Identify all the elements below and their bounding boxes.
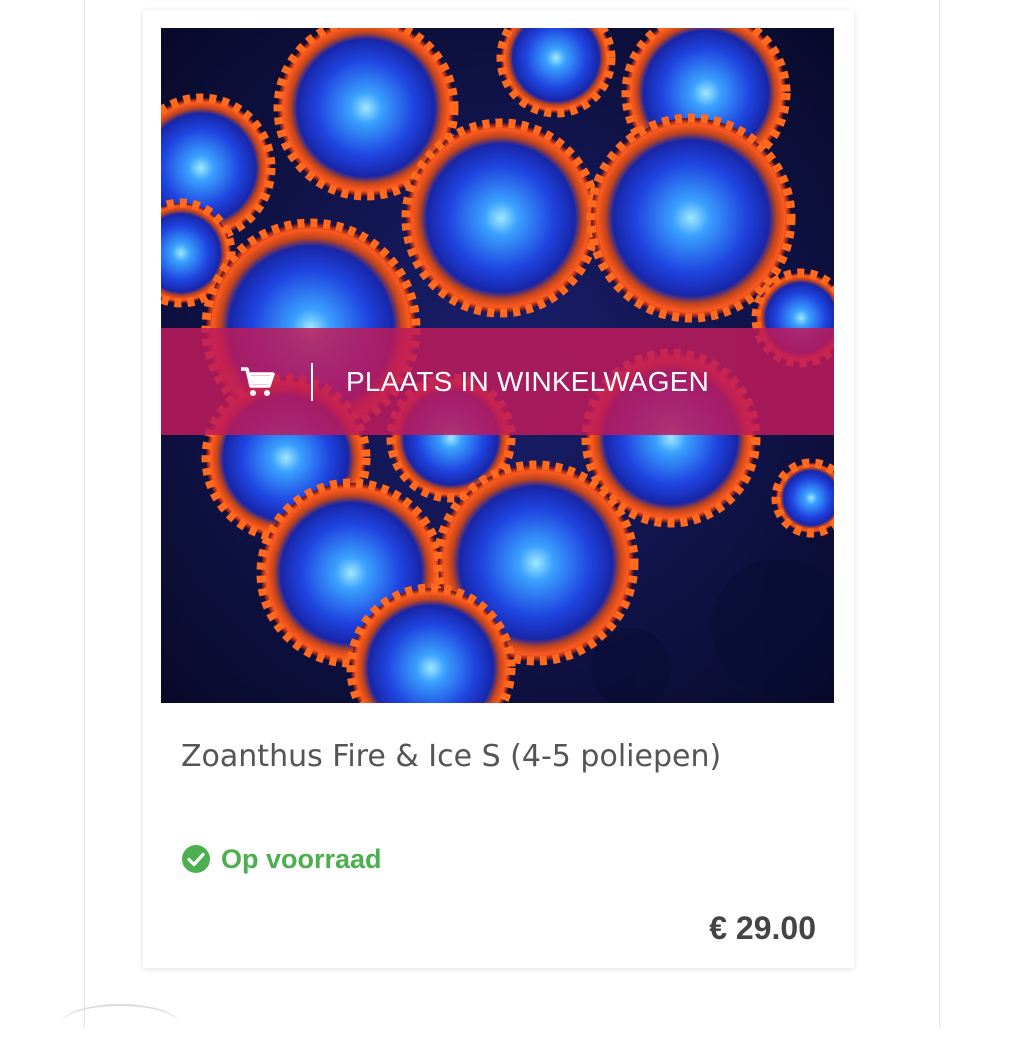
check-circle-icon: [182, 845, 210, 873]
product-card[interactable]: PLAATS IN WINKELWAGEN Zoanthus Fire & Ic…: [143, 10, 854, 968]
product-title[interactable]: Zoanthus Fire & Ice S (4-5 poliepen): [181, 732, 741, 781]
shopping-cart-icon: [241, 367, 275, 396]
stock-label: Op voorraad: [221, 843, 382, 874]
stock-status: Op voorraad: [181, 843, 382, 875]
add-to-cart-label: PLAATS IN WINKELWAGEN: [346, 366, 710, 397]
cart-divider: [311, 363, 313, 401]
product-price: € 29.00: [709, 910, 816, 946]
next-card-edge: [60, 1004, 180, 1046]
add-to-cart-button[interactable]: PLAATS IN WINKELWAGEN: [161, 328, 834, 435]
product-image[interactable]: PLAATS IN WINKELWAGEN: [161, 28, 834, 703]
